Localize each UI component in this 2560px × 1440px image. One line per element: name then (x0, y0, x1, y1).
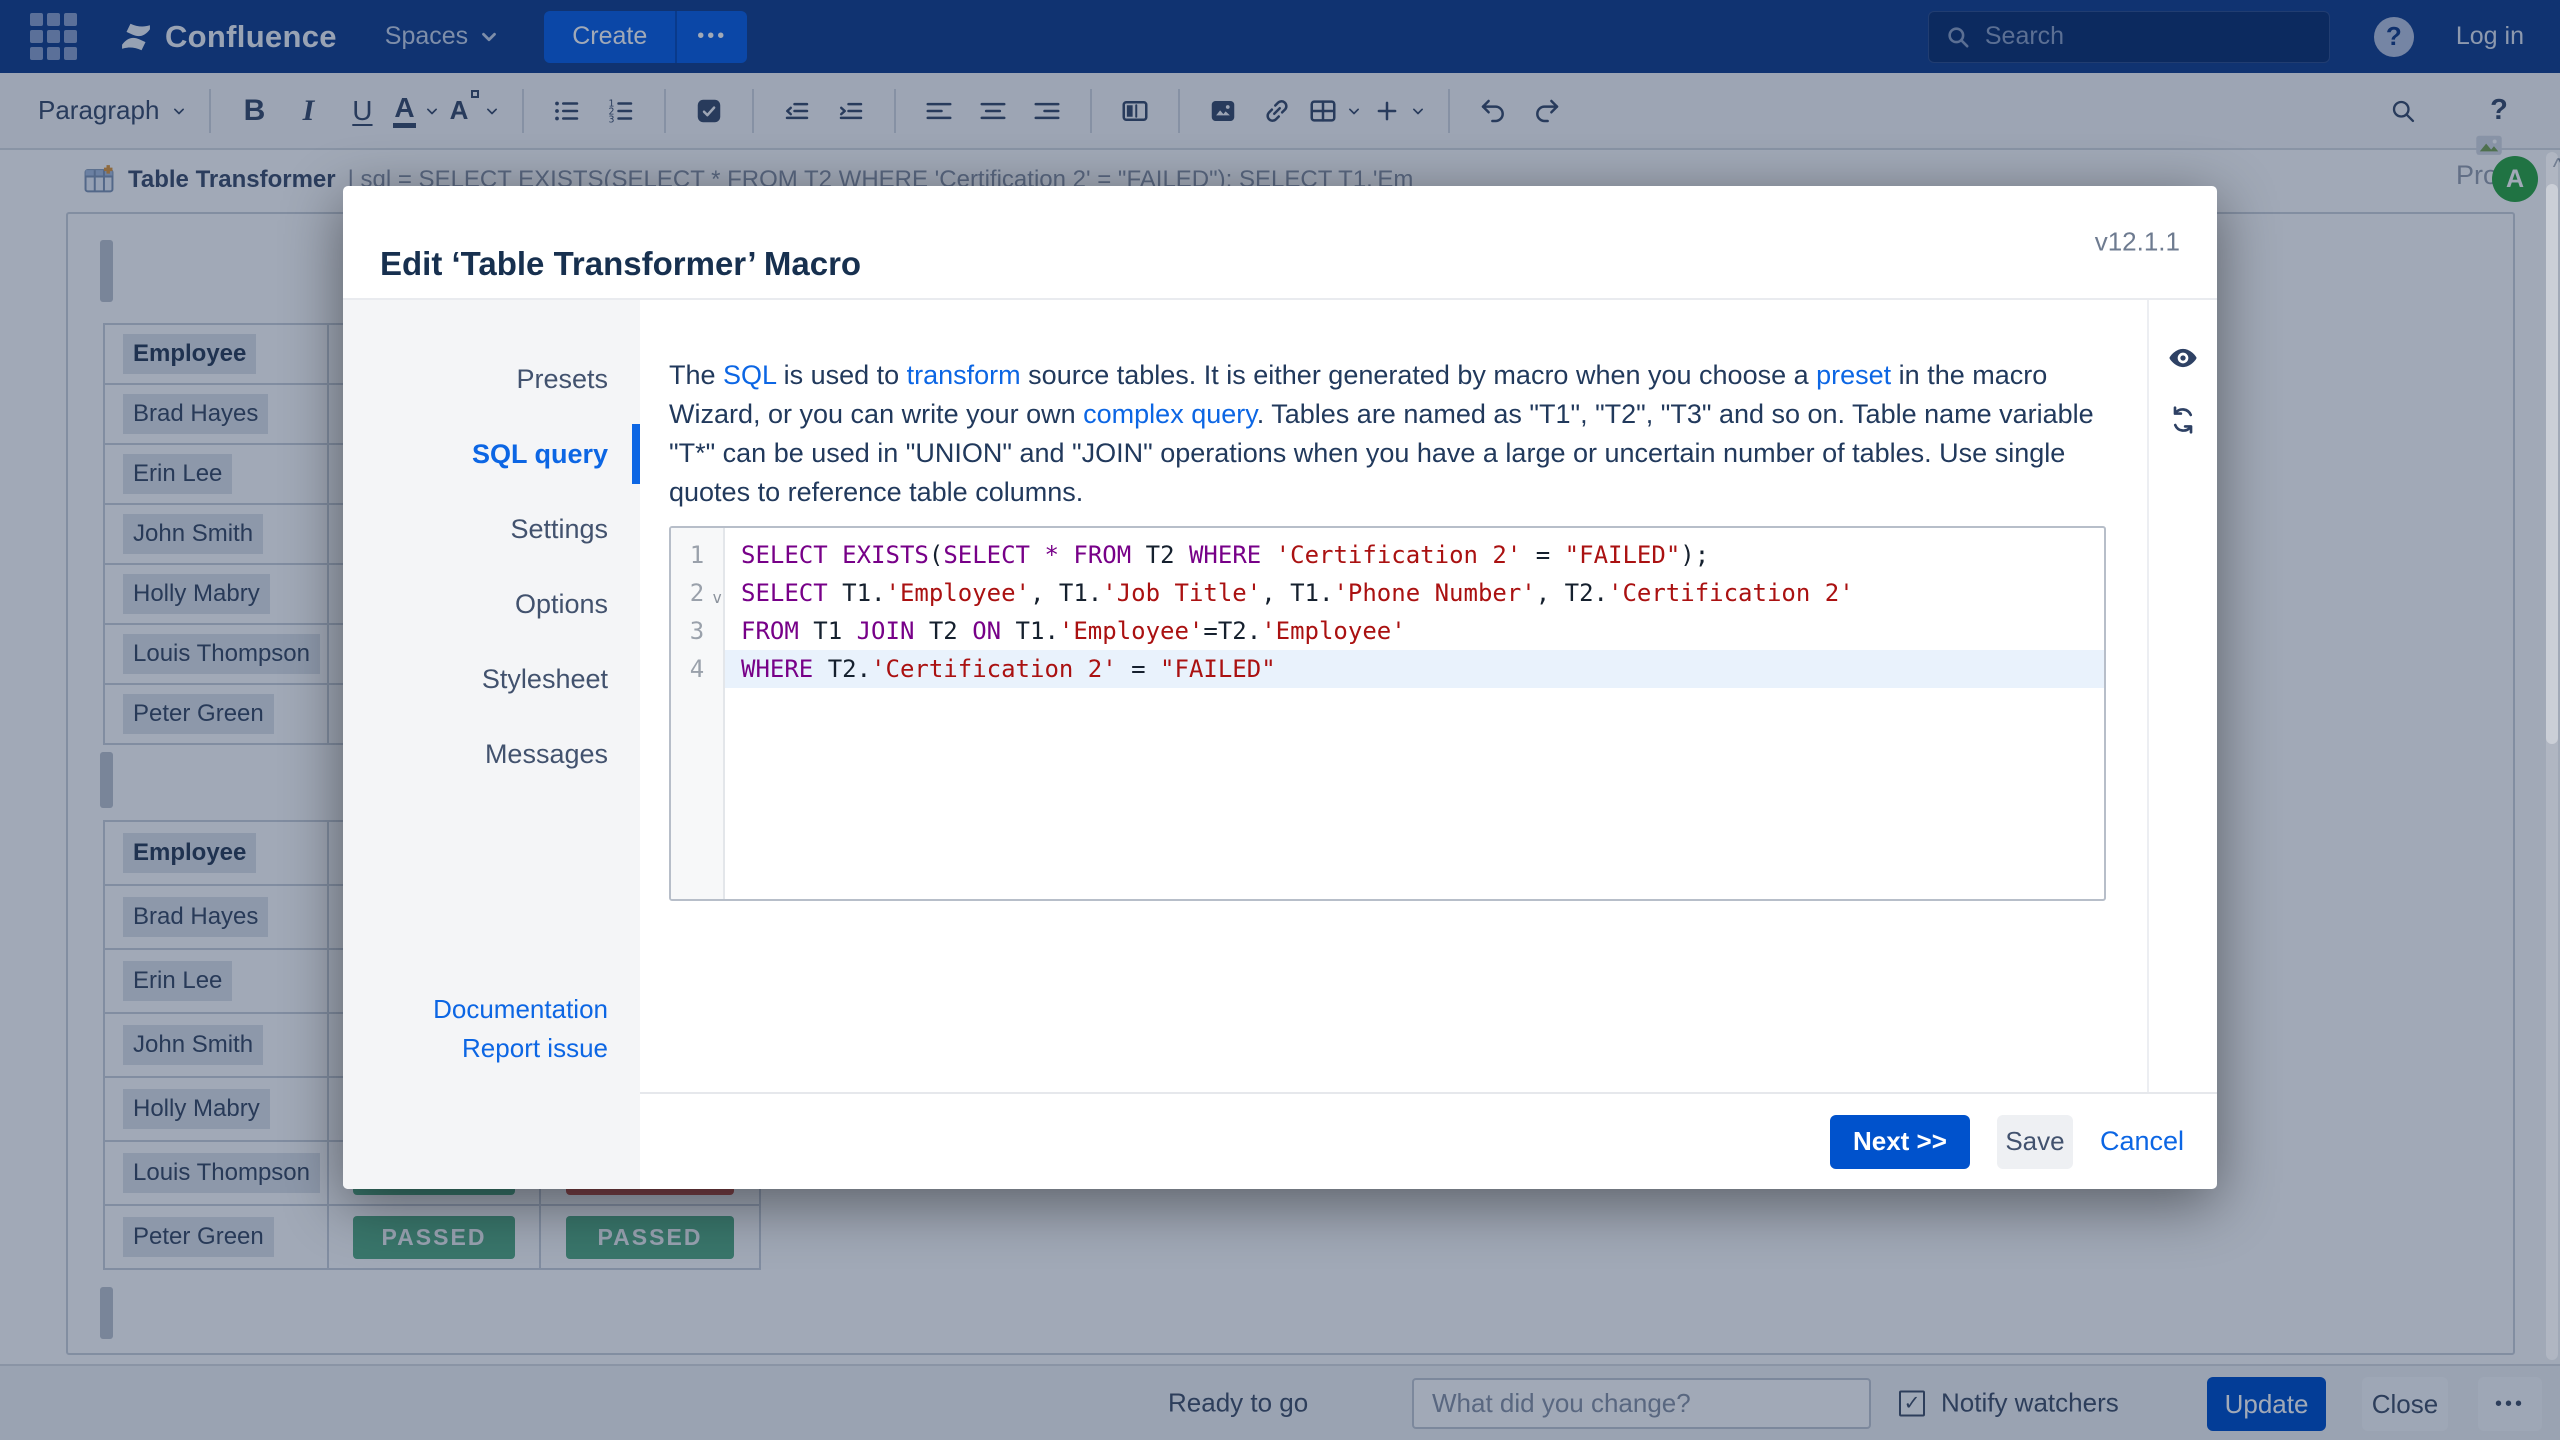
cancel-button[interactable]: Cancel (2100, 1126, 2184, 1157)
dialog-sidebar: Presets SQL query Settings Options Styleshee… (343, 300, 640, 1189)
code-line-2[interactable]: SELECT T1.'Employee', T1.'Job Title', T1… (725, 574, 2104, 612)
line-number: 4 (689, 655, 705, 683)
sidebar-link-documentation[interactable]: Documentation (343, 990, 608, 1029)
code-editor-gutter: 1 2v 3 4 (671, 528, 725, 899)
sidebar-item-settings[interactable]: Settings (343, 499, 640, 559)
next-button[interactable]: Next >> (1829, 1114, 1970, 1169)
line-number: 3 (689, 617, 705, 645)
dialog-header: Edit ‘Table Transformer’ Macro v12.1.1 (343, 186, 2217, 300)
sidebar-links: Documentation Report issue (343, 990, 640, 1068)
sidebar-item-stylesheet[interactable]: Stylesheet (343, 649, 640, 709)
line-number: 1 (689, 541, 705, 569)
refresh-icon[interactable] (2167, 404, 2199, 436)
eye-icon[interactable] (2167, 342, 2199, 374)
confluence-app: Confluence Spaces Create ••• ? Log in Pa… (0, 0, 2560, 1440)
description-link[interactable]: SQL (723, 360, 776, 390)
line-number: 2v (671, 574, 723, 612)
page-scrollbar[interactable] (2546, 152, 2558, 1360)
description-text: source tables. It is either generated by… (1020, 360, 1817, 390)
code-line-1[interactable]: SELECT EXISTS(SELECT * FROM T2 WHERE 'Ce… (725, 536, 2104, 574)
sql-code-editor[interactable]: 1 2v 3 4 SELECT EXISTS(SELECT * FROM T2 WHE… (669, 526, 2106, 901)
code-line-3[interactable]: FROM T1 JOIN T2 ON T1.'Employee'=T2.'Emp… (725, 612, 2104, 650)
macro-editor-dialog: Edit ‘Table Transformer’ Macro v12.1.1 P… (343, 186, 2217, 1189)
macro-version: v12.1.1 (2094, 226, 2180, 257)
sidebar-item-options[interactable]: Options (343, 574, 640, 634)
dialog-side-rail (2147, 300, 2217, 1092)
description-link[interactable]: complex query (1083, 399, 1257, 429)
sidebar-item-messages[interactable]: Messages (343, 724, 640, 784)
save-button[interactable]: Save (1996, 1114, 2073, 1169)
sidebar-link-report-issue[interactable]: Report issue (343, 1029, 608, 1068)
sidebar-item-sql-query[interactable]: SQL query (343, 424, 640, 484)
code-editor-content[interactable]: SELECT EXISTS(SELECT * FROM T2 WHERE 'Ce… (725, 528, 2104, 899)
dialog-title: Edit ‘Table Transformer’ Macro (380, 245, 862, 283)
page-scrollbar-thumb[interactable] (2546, 184, 2558, 744)
description-text: The (669, 360, 724, 390)
code-line-4[interactable]: WHERE T2.'Certification 2' = "FAILED" (725, 650, 2104, 688)
sql-description-text: The SQL is used to transform source tabl… (669, 356, 2106, 512)
description-link[interactable]: transform (907, 360, 1021, 390)
sidebar-item-presets[interactable]: Presets (343, 349, 640, 409)
description-link[interactable]: preset (1816, 360, 1891, 390)
description-text: is used to (776, 360, 907, 390)
dialog-footer: Next >> Save Cancel (640, 1092, 2217, 1189)
